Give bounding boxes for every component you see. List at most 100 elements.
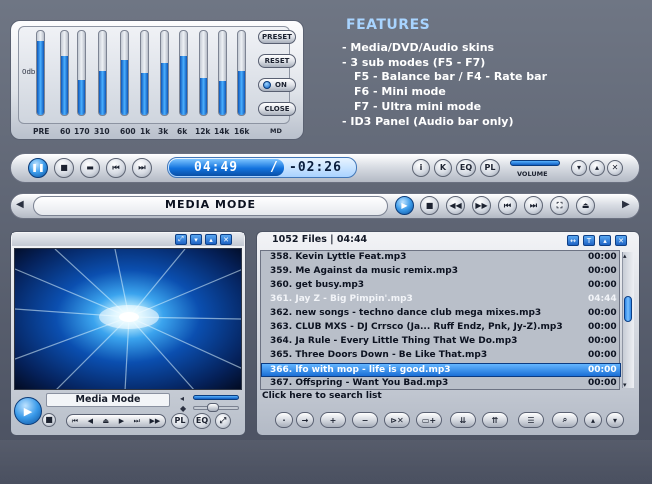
vid-stop-button[interactable]: ■	[42, 413, 56, 427]
eject-button[interactable]: ▬	[80, 158, 100, 178]
search-list-hint[interactable]: Click here to search list	[262, 391, 382, 401]
mb-previous-button[interactable]: ⏮	[498, 196, 517, 215]
playlist-row[interactable]: 363. CLUB MXS - DJ Crrsco (Ja... Ruff En…	[262, 321, 622, 335]
pl-scroll-down-button[interactable]: ▾	[606, 412, 624, 428]
pl-shade-button[interactable]: ▴	[599, 235, 611, 246]
forward-icon[interactable]: ▶	[119, 417, 124, 425]
eject-icon: ▬	[86, 163, 94, 172]
scrollbar-thumb[interactable]	[624, 296, 632, 322]
scroll-down-icon[interactable]: ▾	[623, 381, 627, 389]
playlist-row[interactable]: 365. Three Doors Down - Be Like That.mp3…	[262, 349, 622, 363]
previous-button[interactable]: ⏮	[106, 158, 126, 178]
stop-icon: ■	[425, 200, 434, 210]
playlist-row[interactable]: 360. get busy.mp3 00:00	[262, 279, 622, 293]
shade-button[interactable]: ▴	[589, 160, 605, 176]
balance-thumb[interactable]	[207, 403, 219, 412]
playlist-row[interactable]: 361. Jay Z - Big Pimpin'.mp3 04:44	[262, 293, 622, 307]
mb-next-button[interactable]: ⏭	[524, 196, 543, 215]
mb-fullscreen-button[interactable]: ⛶	[550, 196, 569, 215]
k-button[interactable]: K	[434, 159, 452, 177]
pl-close-button[interactable]: ✕	[615, 235, 627, 246]
eq-slider-pre[interactable]	[36, 30, 45, 116]
eq-reset-button[interactable]: RESET	[258, 54, 296, 68]
skip-icon[interactable]: ▶▶	[149, 417, 160, 425]
floor-reflection	[0, 440, 652, 484]
video-volume-slider[interactable]	[193, 395, 239, 400]
pl-toggle-button[interactable]: PL	[480, 159, 500, 177]
pl-misc-button[interactable]: ·	[275, 412, 293, 428]
right-arrow-icon[interactable]: ▶	[622, 199, 630, 210]
playlist-row[interactable]: 364. Ja Rule - Every Little Thing That W…	[262, 335, 622, 349]
eject-icon: ⏏	[581, 200, 590, 210]
vid-eq-button[interactable]: EQ	[193, 413, 211, 429]
double-down-icon: ⇊	[459, 415, 467, 425]
mb-stop-button[interactable]: ■	[420, 196, 439, 215]
playlist-row[interactable]: 359. Me Against da music remix.mp3 00:00	[262, 265, 622, 279]
pl-scroll-up-button[interactable]: ▴	[584, 412, 602, 428]
eq-slider-1k[interactable]	[140, 30, 149, 116]
playlist-row[interactable]: 358. Kevin Lyttle Feat.mp3 00:00	[262, 251, 622, 265]
vid-minimize-button[interactable]: ▾	[190, 234, 202, 245]
minimize-button[interactable]: ▾	[571, 160, 587, 176]
close-button[interactable]: ✕	[607, 160, 623, 176]
stop-icon: ■	[45, 415, 53, 424]
pl-remove-button[interactable]: −	[352, 412, 378, 428]
video-screen[interactable]	[14, 248, 242, 390]
eq-slider-12k[interactable]	[199, 30, 208, 116]
eq-slider-fill	[238, 71, 245, 115]
pl-arrow-button[interactable]: →	[296, 412, 314, 428]
mb-rewind-button[interactable]: ◀◀	[446, 196, 465, 215]
vid-pl-button[interactable]: PL	[171, 413, 189, 429]
vid-shade-button[interactable]: ▴	[205, 234, 217, 245]
eq-toggle-button[interactable]: EQ	[456, 159, 476, 177]
left-arrow-icon[interactable]: ◀	[16, 199, 24, 210]
vid-expand-button[interactable]: ⤢	[215, 413, 231, 429]
eject-icon[interactable]: ⏏	[103, 417, 110, 425]
eq-slider-3k[interactable]	[160, 30, 169, 116]
mb-forward-button[interactable]: ▶▶	[472, 196, 491, 215]
track-duration: 00:00	[588, 308, 617, 318]
playlist-row[interactable]: 362. new songs - techno dance club mega …	[262, 307, 622, 321]
pl-crop-button[interactable]: ⊳✕	[384, 412, 410, 428]
stop-button[interactable]: ■	[54, 158, 74, 178]
pl-top-button[interactable]: T	[583, 235, 595, 246]
volume-slider[interactable]	[510, 160, 560, 166]
feature-line: F5 - Balance bar / F4 - Rate bar	[354, 70, 547, 84]
eq-slider-60[interactable]	[60, 30, 69, 116]
mb-eject-button[interactable]: ⏏	[576, 196, 595, 215]
eq-slider-170[interactable]	[77, 30, 86, 116]
pl-add-button[interactable]: +	[320, 412, 346, 428]
pause-button[interactable]: ❚❚	[28, 158, 48, 178]
scroll-up-icon[interactable]: ▴	[623, 252, 627, 260]
pl-newlist-button[interactable]: ▭+	[416, 412, 442, 428]
pl-resize-button[interactable]: ↔	[567, 235, 579, 246]
eq-slider-6k[interactable]	[179, 30, 188, 116]
chevron-down-icon: ▾	[612, 415, 617, 425]
mb-play-button[interactable]: ▶	[395, 196, 414, 215]
eq-on-toggle[interactable]: ON	[258, 78, 296, 92]
vid-close-button[interactable]: ✕	[220, 234, 232, 245]
info-button[interactable]: i	[412, 159, 430, 177]
previous-icon[interactable]: ⏮	[72, 417, 78, 426]
pl-list-button[interactable]: ☰	[518, 412, 544, 428]
playlist-row[interactable]: 366. lfo with mop - life is good.mp3 00:0…	[261, 363, 621, 377]
eq-preset-button[interactable]: PRESET	[258, 30, 296, 44]
vid-resize-button[interactable]: ⤢	[175, 234, 187, 245]
eq-slider-600[interactable]	[120, 30, 129, 116]
eq-slider-16k[interactable]	[237, 30, 246, 116]
close-icon: ✕	[611, 163, 619, 172]
next-button[interactable]: ⏭	[132, 158, 152, 178]
eq-slider-310[interactable]	[98, 30, 107, 116]
pl-move-down-button[interactable]: ⇊	[450, 412, 476, 428]
pl-search-button[interactable]: ⌕	[552, 412, 578, 428]
features-title: FEATURES	[346, 17, 431, 33]
close-icon: ✕	[618, 236, 624, 245]
eq-slider-14k[interactable]	[218, 30, 227, 116]
playlist-row[interactable]: 367. Offspring - Want You Bad.mp3 00:00	[262, 377, 622, 391]
chevron-up-icon: ▴	[594, 163, 599, 172]
vid-play-button[interactable]: ▶	[14, 397, 42, 425]
next-icon[interactable]: ⏭	[134, 417, 140, 426]
rewind-icon[interactable]: ◀	[88, 417, 93, 425]
eq-close-button[interactable]: CLOSE	[258, 102, 296, 116]
pl-move-up-button[interactable]: ⇈	[482, 412, 508, 428]
